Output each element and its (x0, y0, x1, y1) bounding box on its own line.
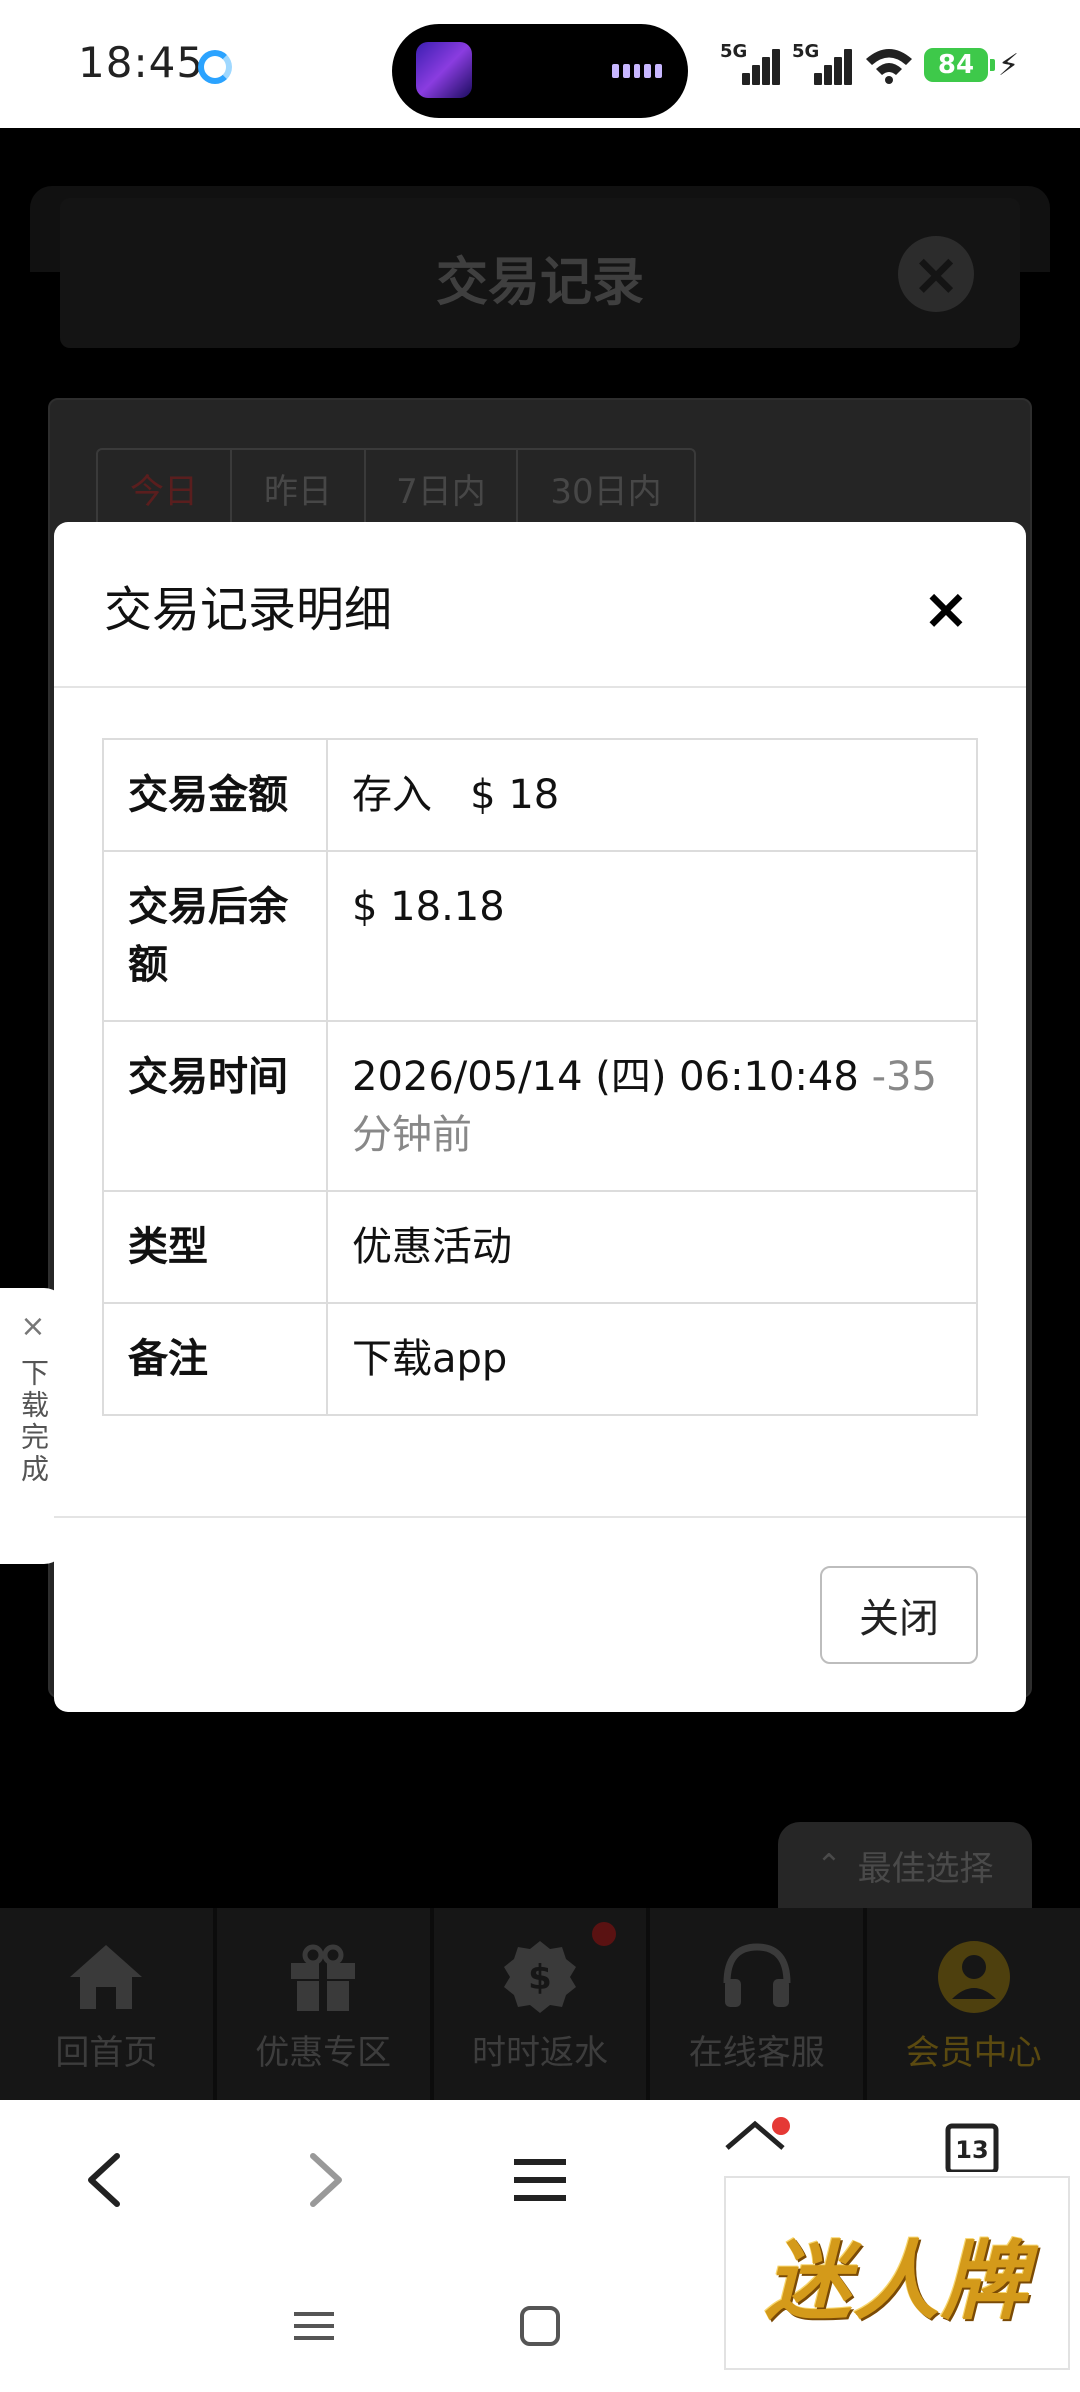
headset-icon (723, 1942, 791, 2007)
close-icon[interactable]: × (20, 1312, 45, 1342)
svg-text:13: 13 (955, 2136, 988, 2164)
time-value: 2026/05/14 (四) 06:10:48 -35分钟前 (326, 1020, 978, 1192)
signal-icon: 5G (792, 41, 854, 87)
balance-value: $ 18.18 (326, 850, 978, 1022)
deposit-amount: $ 18 (470, 772, 560, 818)
date-tabs: 今日 昨日 7日内 30日内 (96, 448, 696, 528)
download-complete-label[interactable]: 下载完成 (13, 1358, 53, 1486)
nav-home: 回首页 (0, 1908, 217, 2102)
table-row: 交易金额 存入 $ 18 (102, 738, 978, 852)
transaction-detail-modal: 交易记录明细 × 交易金额 存入 $ 18 交易后余额 $ 18.18 交易时间… (54, 522, 1026, 1712)
amount-value: 存入 $ 18 (326, 738, 978, 852)
timestamp: 2026/05/14 (四) 06:10:48 (352, 1054, 859, 1100)
tab-today: 今日 (98, 450, 232, 526)
recents-icon[interactable] (274, 2286, 354, 2366)
bottom-nav: 回首页 优惠专区 $ 时时返水 在线客服 会员中心 (0, 1908, 1080, 2102)
nav-member: 会员中心 (867, 1908, 1080, 2102)
tab-30days: 30日内 (550, 471, 662, 512)
best-choice-button: ⌃ 最佳选择 (778, 1822, 1032, 1908)
svg-text:$: $ (528, 1958, 552, 1998)
media-artwork-icon (416, 42, 472, 98)
close-button[interactable]: 关闭 (820, 1566, 978, 1664)
wifi-icon (866, 49, 912, 84)
nav-rebate: $ 时时返水 (434, 1908, 651, 2102)
best-choice-label: 最佳选择 (857, 1848, 994, 1889)
browser-notification-icon (198, 50, 232, 84)
divider (54, 1516, 1026, 1518)
notification-dot (592, 1922, 617, 1946)
forward-icon[interactable] (286, 2140, 366, 2220)
detail-table: 交易金额 存入 $ 18 交易后余额 $ 18.18 交易时间 2026/05/… (102, 738, 978, 1416)
home-icon (70, 1944, 143, 2009)
chevron-up-icon: ⌃ (816, 1847, 842, 1883)
tabs-icon[interactable]: 13 (932, 2102, 1012, 2182)
status-icons: 5G 5G 84 ⚡ (720, 40, 1019, 90)
home-square-icon[interactable] (500, 2286, 580, 2366)
signal-icon: 5G (720, 41, 782, 87)
table-row: 交易时间 2026/05/14 (四) 06:10:48 -35分钟前 (102, 1020, 978, 1192)
table-row: 备注 下载app (102, 1302, 978, 1416)
back-icon[interactable] (64, 2140, 144, 2220)
modal-title: 交易记录明细 (104, 582, 393, 638)
home-icon[interactable] (716, 2104, 796, 2184)
logo-text: 迷人牌 (765, 2230, 1029, 2332)
type-label: 类型 (102, 1190, 328, 1304)
nav-promotions: 优惠专区 (217, 1908, 434, 2102)
status-bar: 18:45 5G 5G 84 ⚡ (0, 0, 1080, 128)
divider (54, 686, 1026, 688)
close-icon: × (898, 236, 974, 312)
tab-7days: 7日内 (366, 450, 518, 526)
user-icon (937, 1940, 1010, 2013)
note-label: 备注 (102, 1302, 328, 1416)
tab-yesterday: 昨日 (232, 450, 366, 526)
time-label: 交易时间 (102, 1020, 328, 1192)
amount-label: 交易金额 (102, 738, 328, 852)
table-row: 类型 优惠活动 (102, 1190, 978, 1304)
table-row: 交易后余额 $ 18.18 (102, 850, 978, 1022)
type-value: 优惠活动 (326, 1190, 978, 1304)
close-icon[interactable]: × (916, 580, 976, 640)
balance-label: 交易后余额 (102, 850, 328, 1022)
page-title: 交易记录 (435, 253, 644, 313)
battery-icon: 84 (924, 48, 995, 82)
watermark-logo: 迷人牌 (724, 2176, 1070, 2370)
dollar-badge-icon: $ (503, 1940, 576, 2013)
charging-icon: ⚡ (998, 47, 1020, 83)
note-value: 下载app (326, 1302, 978, 1416)
audio-wave-icon (612, 64, 662, 78)
menu-icon[interactable] (500, 2140, 580, 2220)
gift-icon (291, 1944, 356, 2011)
deposit-direction: 存入 (352, 772, 432, 818)
nav-support: 在线客服 (650, 1908, 868, 2102)
status-time: 18:45 (78, 38, 205, 87)
